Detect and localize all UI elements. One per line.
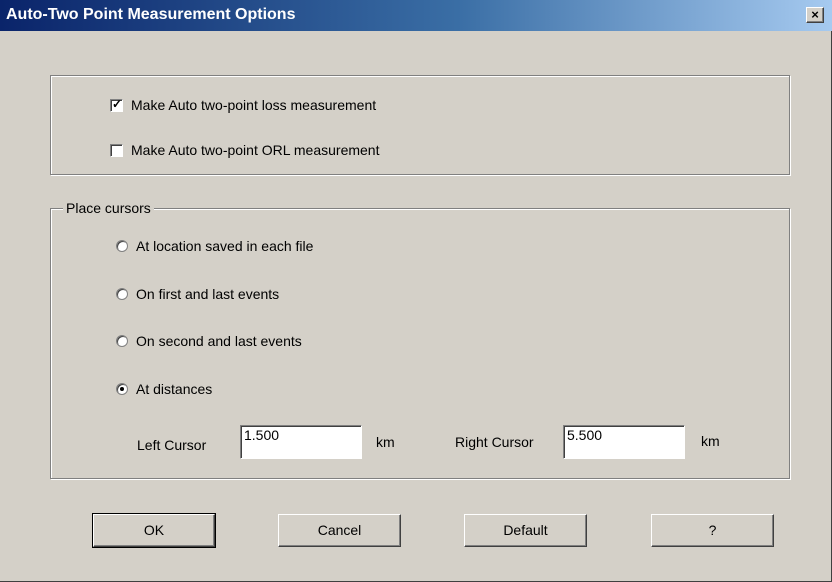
close-icon: × [811, 7, 819, 22]
radio-button[interactable] [116, 240, 128, 252]
ok-button[interactable]: OK [92, 513, 216, 548]
orl-measurement-label: Make Auto two-point ORL measurement [131, 142, 380, 158]
loss-measurement-label: Make Auto two-point loss measurement [131, 97, 377, 113]
radio-button-selected[interactable] [116, 383, 128, 395]
left-cursor-input[interactable]: 1.500 [240, 425, 362, 459]
right-cursor-unit: km [701, 433, 720, 449]
radio-option-second-last[interactable]: On second and last events [116, 333, 302, 349]
radio-option-at-distances[interactable]: At distances [116, 381, 212, 397]
help-button[interactable]: ? [651, 514, 774, 547]
orl-measurement-checkbox[interactable] [110, 143, 123, 157]
radio-label: At distances [136, 381, 213, 397]
radio-button[interactable] [116, 335, 128, 347]
radio-option-first-last[interactable]: On first and last events [116, 286, 279, 302]
place-cursors-legend: Place cursors [63, 200, 154, 216]
close-button[interactable]: × [806, 7, 824, 23]
cancel-button[interactable]: Cancel [278, 514, 401, 547]
place-cursors-group: Place cursors At location saved in each … [50, 200, 790, 479]
loss-measurement-checkbox[interactable]: ✓ [110, 96, 123, 112]
left-cursor-unit: km [376, 434, 395, 450]
radio-label: On first and last events [136, 286, 280, 302]
default-button[interactable]: Default [464, 514, 587, 547]
right-cursor-input[interactable]: 5.500 [563, 425, 685, 459]
orl-measurement-option[interactable]: Make Auto two-point ORL measurement [110, 142, 380, 158]
left-cursor-label: Left Cursor [137, 437, 207, 453]
radio-label: At location saved in each file [136, 238, 314, 254]
radio-label: On second and last events [136, 333, 302, 349]
right-cursor-label: Right Cursor [455, 434, 534, 450]
checkmark-icon: ✓ [112, 96, 123, 111]
radio-button[interactable] [116, 288, 128, 300]
measurement-options-dialog: Auto-Two Point Measurement Options × ✓ M… [0, 0, 832, 582]
title-bar[interactable]: Auto-Two Point Measurement Options × [0, 0, 832, 31]
loss-measurement-option[interactable]: ✓ Make Auto two-point loss measurement [110, 97, 376, 113]
radio-dot-icon [120, 387, 124, 391]
window-title: Auto-Two Point Measurement Options [6, 6, 296, 23]
measurement-group: ✓ Make Auto two-point loss measurement M… [50, 75, 790, 175]
radio-option-saved-location[interactable]: At location saved in each file [116, 238, 313, 254]
